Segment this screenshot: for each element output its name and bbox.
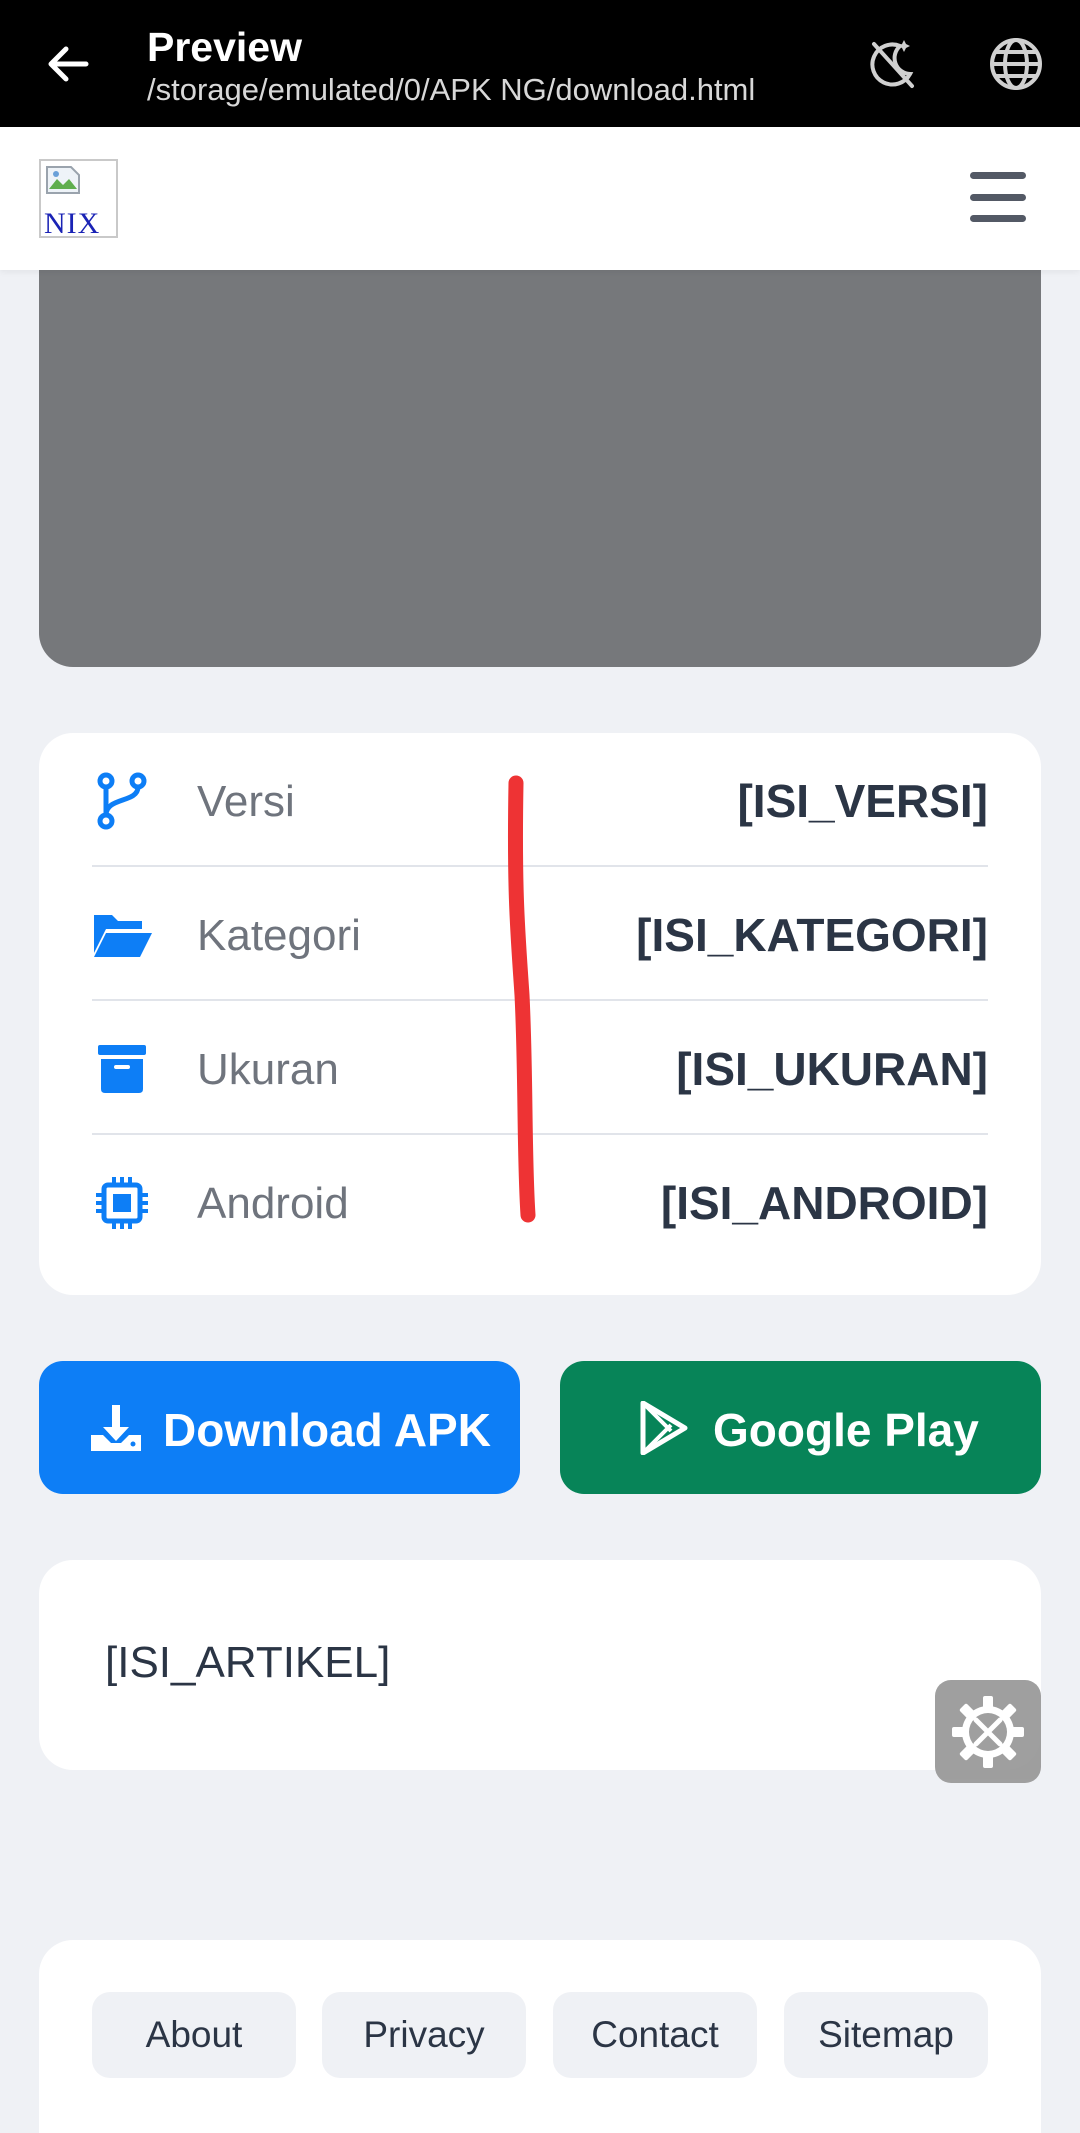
- info-label: Versi: [197, 777, 295, 826]
- footer-link-contact[interactable]: Contact: [553, 1992, 757, 2078]
- globe-icon[interactable]: [984, 32, 1048, 96]
- footer-link-sitemap[interactable]: Sitemap: [784, 1992, 988, 2078]
- info-row-category: Kategori [ISI_KATEGORI]: [92, 867, 988, 1001]
- info-label: Kategori: [197, 911, 361, 960]
- dark-mode-off-icon[interactable]: [860, 32, 924, 96]
- info-row-android: Android [ISI_ANDROID]: [92, 1135, 988, 1269]
- info-row-version: Versi [ISI_VERSI]: [92, 733, 988, 867]
- archive-box-icon: [98, 1045, 146, 1093]
- download-apk-label: Download APK: [163, 1404, 491, 1456]
- info-value: [ISI_VERSI]: [737, 775, 988, 827]
- article-card: [ISI_ARTIKEL]: [39, 1560, 1041, 1770]
- google-play-label: Google Play: [713, 1404, 979, 1456]
- logo-text: NIX: [44, 207, 101, 238]
- app-bar-title: Preview: [147, 24, 302, 70]
- folder-open-icon: [94, 915, 152, 957]
- branch-icon: [97, 772, 147, 830]
- hamburger-menu-icon[interactable]: [968, 170, 1028, 224]
- footer-link-privacy[interactable]: Privacy: [322, 1992, 526, 2078]
- info-value: [ISI_ANDROID]: [660, 1177, 988, 1229]
- red-annotation-stroke: [507, 775, 536, 1223]
- footer-link-about[interactable]: About: [92, 1992, 296, 2078]
- tools-settings-button[interactable]: [935, 1680, 1041, 1783]
- google-play-button[interactable]: Google Play: [560, 1361, 1041, 1494]
- app-info-card: Versi [ISI_VERSI] Kategori [ISI_KATEGORI…: [39, 733, 1041, 1295]
- site-logo[interactable]: NIX: [39, 159, 118, 238]
- app-bar: Preview /storage/emulated/0/APK NG/downl…: [0, 0, 1080, 127]
- download-apk-button[interactable]: Download APK: [39, 1361, 520, 1494]
- article-content: [ISI_ARTIKEL]: [105, 1638, 391, 1687]
- google-play-icon: [640, 1401, 688, 1455]
- app-screenshot-placeholder: [39, 260, 1041, 667]
- site-footer: About Privacy Contact Sitemap: [39, 1940, 1041, 2133]
- site-header: NIX: [0, 127, 1080, 270]
- chip-icon: [96, 1177, 148, 1229]
- file-path: /storage/emulated/0/APK NG/download.html: [147, 72, 756, 107]
- info-value: [ISI_UKURAN]: [676, 1043, 988, 1095]
- back-arrow-icon[interactable]: [38, 34, 98, 94]
- info-label: Ukuran: [197, 1045, 339, 1094]
- gear-tools-icon: [952, 1696, 1024, 1768]
- broken-image-icon: [46, 166, 80, 194]
- info-value: [ISI_KATEGORI]: [636, 909, 988, 961]
- info-row-size: Ukuran [ISI_UKURAN]: [92, 1001, 988, 1135]
- info-label: Android: [197, 1179, 349, 1228]
- download-icon: [91, 1405, 141, 1451]
